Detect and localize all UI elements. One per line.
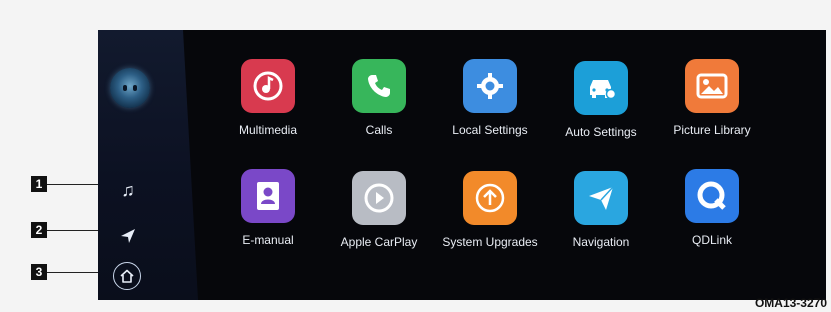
app-label: E-manual bbox=[242, 233, 294, 247]
app-label: Navigation bbox=[572, 235, 630, 249]
app-system-upgrades[interactable]: System Upgrades bbox=[435, 171, 545, 249]
qdlink-icon bbox=[685, 169, 739, 223]
picture-icon bbox=[685, 59, 739, 113]
app-label: Picture Library bbox=[673, 123, 751, 137]
navigation-arrow-icon[interactable] bbox=[118, 226, 138, 246]
music-note-icon[interactable]: ♫ bbox=[118, 180, 138, 200]
sidebar: ♫ bbox=[98, 30, 198, 300]
app-qdlink[interactable]: QDLink bbox=[657, 169, 767, 247]
app-apple-carplay[interactable]: Apple CarPlay bbox=[324, 171, 434, 249]
app-label: Apple CarPlay bbox=[340, 235, 418, 249]
app-label: Auto Settings bbox=[565, 125, 637, 139]
car-settings-icon bbox=[574, 61, 628, 115]
app-navigation[interactable]: Navigation bbox=[546, 171, 656, 249]
app-label: Multimedia bbox=[238, 123, 298, 137]
manual-person-icon bbox=[241, 169, 295, 223]
app-label: System Upgrades bbox=[442, 235, 538, 249]
app-picture-library[interactable]: Picture Library bbox=[657, 59, 767, 137]
voice-assistant-icon[interactable] bbox=[110, 68, 150, 108]
paper-plane-icon bbox=[574, 171, 628, 225]
carplay-icon bbox=[352, 171, 406, 225]
app-local-settings[interactable]: Local Settings bbox=[435, 59, 545, 137]
app-auto-settings[interactable]: Auto Settings bbox=[546, 61, 656, 139]
app-label: QDLink bbox=[691, 233, 732, 247]
app-calls[interactable]: Calls bbox=[324, 59, 434, 137]
music-disc-icon bbox=[241, 59, 295, 113]
app-label: Calls bbox=[365, 123, 393, 137]
home-icon[interactable] bbox=[113, 262, 141, 290]
gear-icon bbox=[463, 59, 517, 113]
app-label: Local Settings bbox=[452, 123, 528, 137]
figure-code: OMA13-3270 bbox=[754, 296, 827, 310]
app-multimedia[interactable]: Multimedia bbox=[213, 59, 323, 137]
callout-1: 1 bbox=[31, 176, 47, 192]
upgrade-icon bbox=[463, 171, 517, 225]
phone-icon bbox=[352, 59, 406, 113]
app-e-manual[interactable]: E-manual bbox=[213, 169, 323, 247]
callout-3: 3 bbox=[31, 264, 47, 280]
callout-2: 2 bbox=[31, 222, 47, 238]
infotainment-screen: ♫ Multimedia Calls Local Settings Auto S… bbox=[98, 30, 826, 300]
